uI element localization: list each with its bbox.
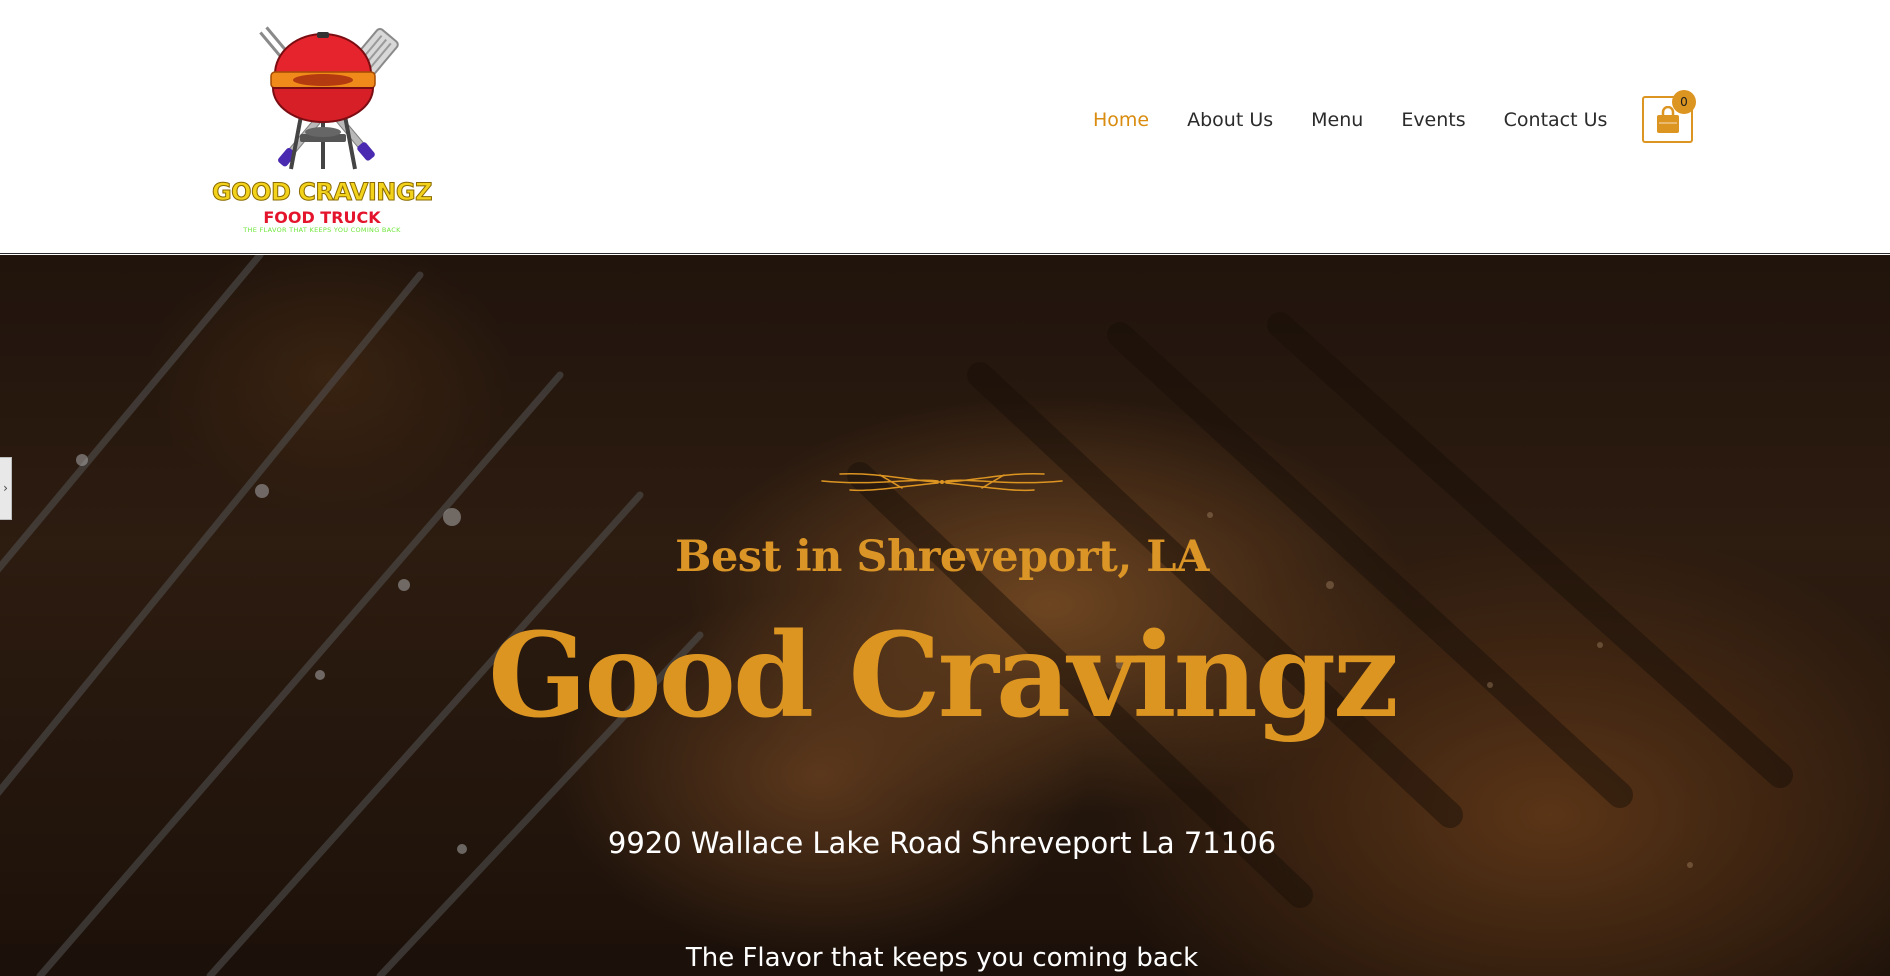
nav-item-about-us[interactable]: About Us: [1187, 109, 1273, 131]
hero-tagline: The Flavor that keeps you coming back: [685, 943, 1199, 973]
site-header: GOOD CRAVINGZ FOOD TRUCK THE FLAVOR THAT…: [0, 0, 1890, 254]
nav-item-home[interactable]: Home: [1093, 109, 1149, 131]
hero-subtitle: Best in Shreveport, LA: [675, 532, 1209, 582]
logo-tagline-text: THE FLAVOR THAT KEEPS YOU COMING BACK: [243, 226, 401, 234]
nav-item-contact-us[interactable]: Contact Us: [1504, 109, 1608, 131]
chevron-right-icon: ›: [3, 481, 8, 495]
main-nav: Home About Us Menu Events Contact Us: [1093, 106, 1607, 134]
decorative-flourish-icon: [821, 472, 1063, 492]
site-logo[interactable]: GOOD CRAVINGZ FOOD TRUCK THE FLAVOR THAT…: [205, 4, 441, 236]
hero-address: 9920 Wallace Lake Road Shreveport La 711…: [607, 826, 1277, 860]
cart-count-badge: 0: [1672, 90, 1696, 114]
hero-title: Good Cravingz: [488, 608, 1399, 744]
logo-brand-text: GOOD CRAVINGZ: [211, 178, 433, 207]
nav-item-menu[interactable]: Menu: [1311, 109, 1363, 131]
nav-item-events[interactable]: Events: [1401, 109, 1465, 131]
side-toggle-tab[interactable]: ›: [0, 457, 12, 520]
logo-subbrand-text: FOOD TRUCK: [263, 208, 381, 227]
